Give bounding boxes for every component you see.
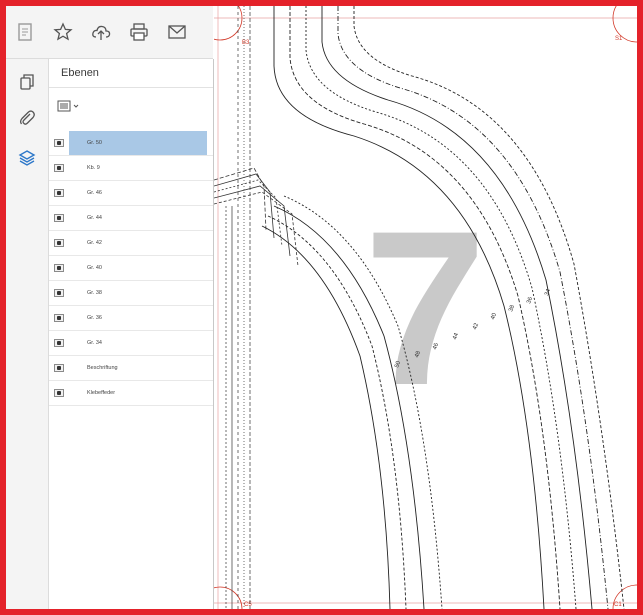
layer-options-button[interactable] xyxy=(57,95,89,117)
paperclip-icon[interactable] xyxy=(14,105,40,131)
layer-row[interactable]: Gr. 34 xyxy=(49,331,213,356)
visibility-toggle-icon[interactable] xyxy=(54,189,64,197)
layer-name: Gr. 44 xyxy=(87,215,102,221)
layer-row[interactable]: Kb. 9 xyxy=(49,156,213,181)
options-menu-icon xyxy=(57,100,71,112)
layer-name: Gr. 46 xyxy=(87,190,102,196)
visibility-toggle-icon[interactable] xyxy=(54,264,64,272)
corner-label-tr: S1 xyxy=(615,36,623,42)
print-icon[interactable] xyxy=(120,12,158,52)
chevron-down-icon xyxy=(73,104,79,108)
size-label: 36 xyxy=(526,296,534,305)
layer-name: Beschriftung xyxy=(87,365,118,371)
size-label: 40 xyxy=(490,312,498,321)
layer-name: Kb. 9 xyxy=(87,165,100,171)
top-toolbar xyxy=(6,6,213,59)
visibility-toggle-icon[interactable] xyxy=(54,339,64,347)
side-rail xyxy=(6,59,49,609)
layer-name: Gr. 40 xyxy=(87,265,102,271)
layer-list: Gr. 50 Kb. 9 Gr. 46 Gr. 44 Gr. 42 Gr. 40 Gr. 3… xyxy=(49,131,213,406)
corner-label-bl: C5 xyxy=(244,602,252,608)
pattern-drawing: B3 S1 C5 C1 7 50 48 46 44 42 40 38 36 34 xyxy=(214,6,637,609)
layer-name: Gr. 34 xyxy=(87,340,102,346)
layer-row[interactable]: Gr. 36 xyxy=(49,306,213,331)
size-label: 38 xyxy=(508,304,516,313)
document-canvas[interactable]: B3 S1 C5 C1 7 50 48 46 44 42 40 38 36 34 xyxy=(214,6,637,609)
layer-name: Gr. 38 xyxy=(87,290,102,296)
mail-icon[interactable] xyxy=(158,12,196,52)
visibility-toggle-icon[interactable] xyxy=(54,364,64,372)
panel-divider xyxy=(49,87,213,88)
pages-icon[interactable] xyxy=(14,69,40,95)
star-icon[interactable] xyxy=(44,12,82,52)
layer-row[interactable]: Klebeffeder xyxy=(49,381,213,406)
layer-name: Gr. 42 xyxy=(87,240,102,246)
visibility-toggle-icon[interactable] xyxy=(54,314,64,322)
visibility-toggle-icon[interactable] xyxy=(54,239,64,247)
visibility-toggle-icon[interactable] xyxy=(54,389,64,397)
upload-cloud-icon[interactable] xyxy=(82,12,120,52)
layer-row[interactable]: Gr. 44 xyxy=(49,206,213,231)
layer-row[interactable]: Gr. 42 xyxy=(49,231,213,256)
layer-row[interactable]: Gr. 38 xyxy=(49,281,213,306)
visibility-toggle-icon[interactable] xyxy=(54,139,64,147)
layer-row[interactable]: Gr. 46 xyxy=(49,181,213,206)
corner-label-tl: B3 xyxy=(242,40,250,46)
layer-name: Klebeffeder xyxy=(87,390,116,396)
panel-title: Ebenen xyxy=(61,67,99,79)
visibility-toggle-icon[interactable] xyxy=(54,289,64,297)
layer-name: Gr. 50 xyxy=(69,131,207,155)
layer-row[interactable]: Gr. 40 xyxy=(49,256,213,281)
corner-label-br: C1 xyxy=(614,602,622,608)
size-label: 34 xyxy=(544,288,552,297)
layer-name: Gr. 36 xyxy=(87,315,102,321)
layers-panel: Ebenen Gr. 50 Kb. 9 Gr. 46 Gr. 44 Gr. 42 Gr. … xyxy=(49,59,214,609)
document-icon[interactable] xyxy=(6,12,44,52)
layer-row[interactable]: Gr. 50 xyxy=(49,131,213,156)
visibility-toggle-icon[interactable] xyxy=(54,164,64,172)
visibility-toggle-icon[interactable] xyxy=(54,214,64,222)
layer-row[interactable]: Beschriftung xyxy=(49,356,213,381)
layers-icon[interactable] xyxy=(14,145,40,171)
